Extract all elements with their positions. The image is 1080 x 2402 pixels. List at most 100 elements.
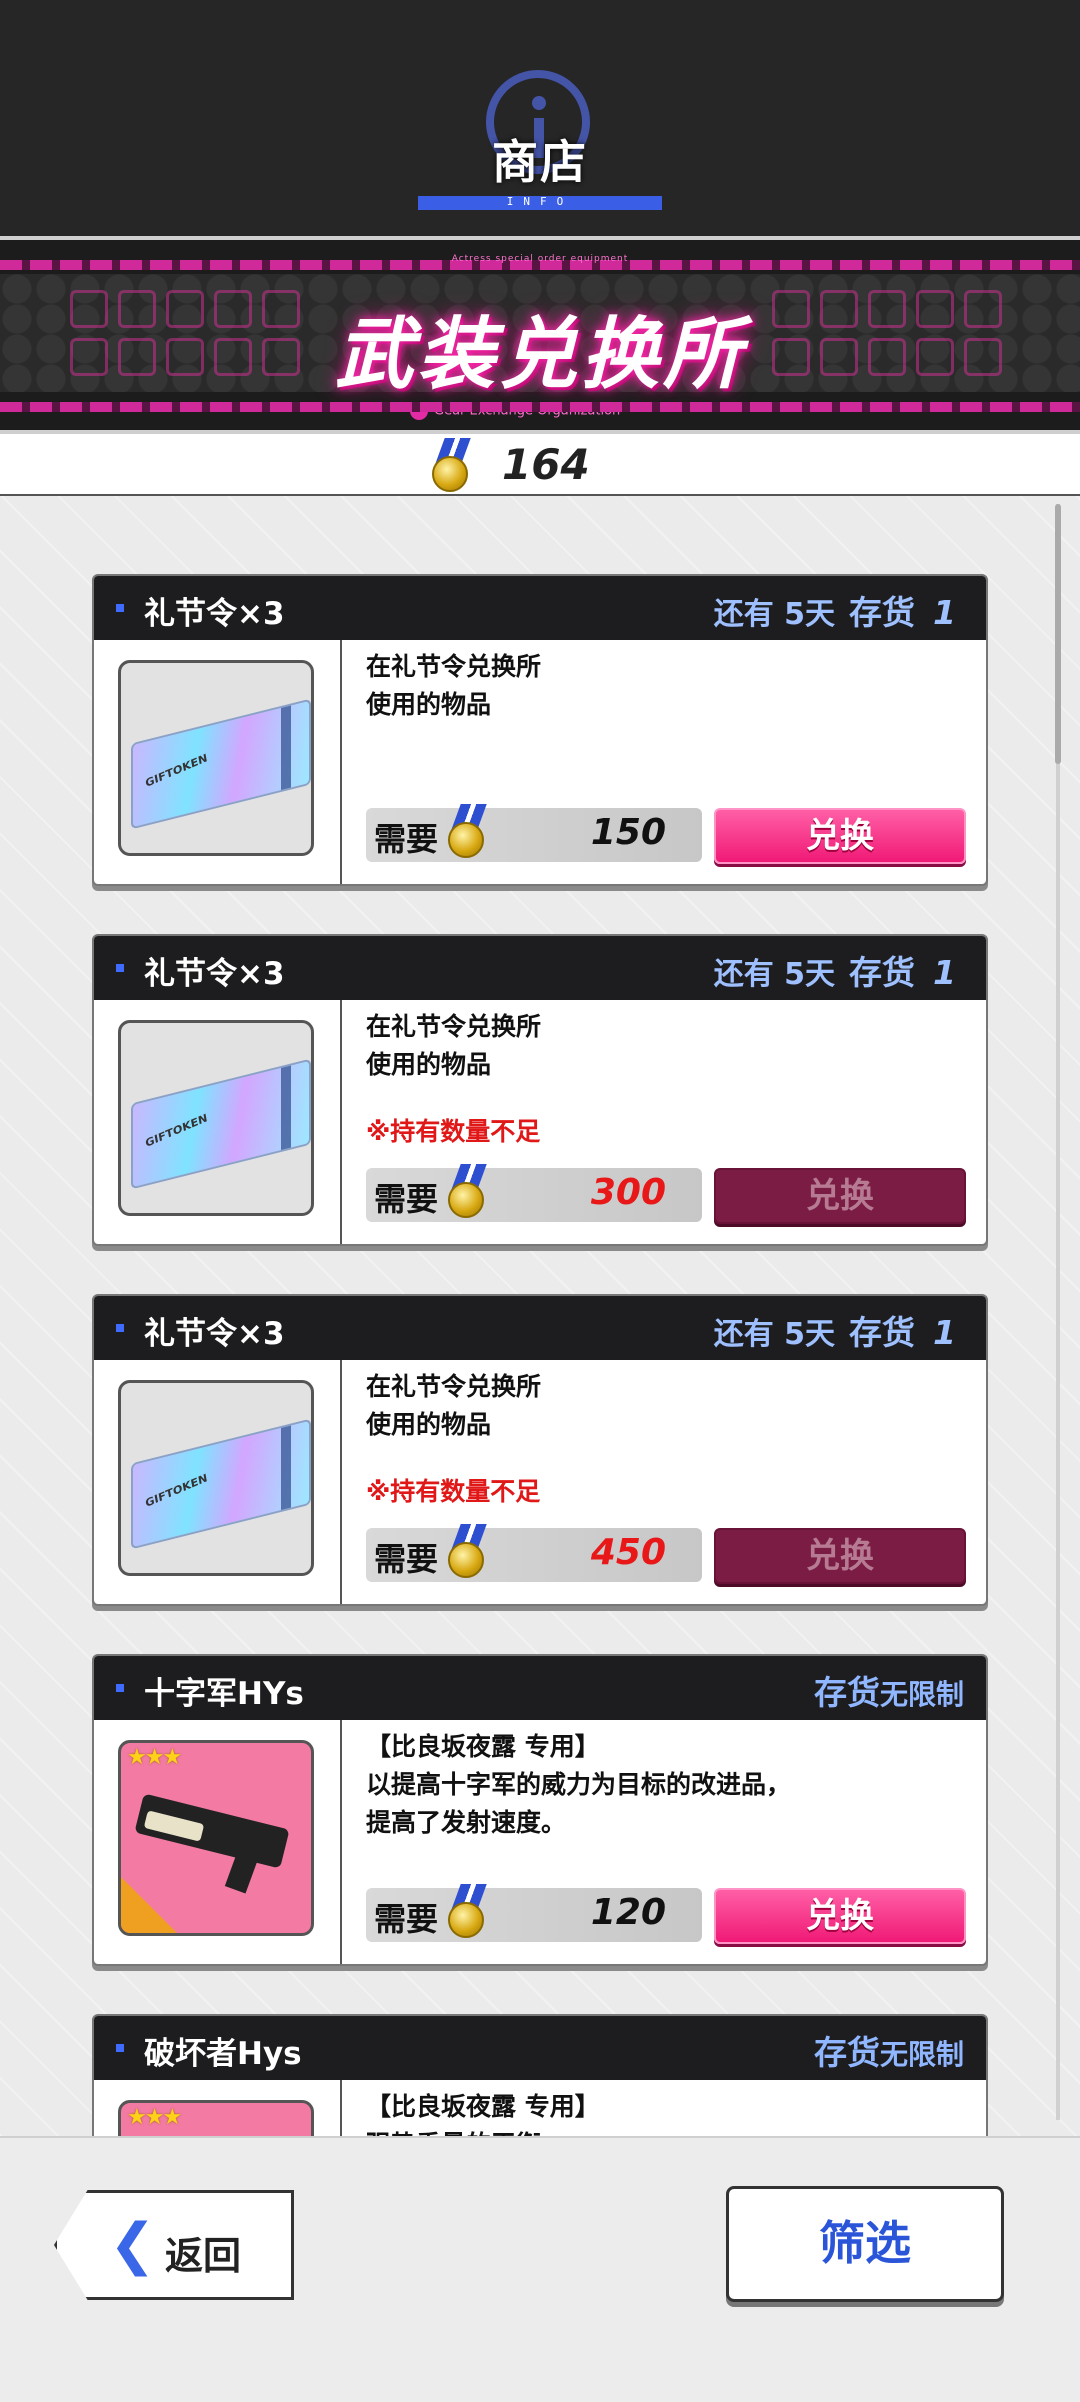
stock-label: 存货 [813, 1673, 880, 1712]
price-label: 需要 [374, 820, 439, 858]
card-header: 礼节令×3 还有 5天 存货 1 [94, 936, 986, 1000]
currency-value: 164 [502, 440, 590, 489]
stock-info: 还有 5天 存货 1 [714, 586, 964, 634]
exchange-button[interactable]: 兑换 [714, 808, 966, 864]
medal-icon [446, 1524, 490, 1578]
item-description: 【比良坂夜露 专用】 强势重量的平衡 [366, 2088, 966, 2136]
remaining-days: 还有 5天 [713, 957, 836, 992]
description-line: 提高了发射速度。 [366, 1808, 567, 1837]
price-value: 150 [590, 812, 666, 853]
stock-label: 存货 [849, 953, 916, 992]
item-thumbnail[interactable]: GIFTOKEN [118, 1380, 314, 1576]
shop-item-card: 礼节令×3 还有 5天 存货 1 GIFTOKEN 在礼节令兑换所 使用的物品 ※持… [92, 934, 988, 1246]
scrollbar-thumb[interactable] [1055, 504, 1061, 764]
card-header: 破坏者Hys 存货无限制 [94, 2016, 986, 2080]
stock-label: 存货 [849, 1313, 916, 1352]
divider [340, 2080, 342, 2136]
bullet-icon [116, 2044, 124, 2052]
price-box: 需要 450 [366, 1524, 702, 1582]
price-value: 450 [590, 1532, 666, 1573]
banner-subtitle: Actress special order equipment [451, 254, 629, 264]
item-description: 【比良坂夜露 专用】 以提高十字军的威力为目标的改进品， 提高了发射速度。 [366, 1728, 966, 1842]
shop-item-card: 破坏者Hys 存货无限制 ★★★ 【比良坂夜露 专用】 强势重量的平衡 [92, 2014, 988, 2136]
rarity-stars: ★★★ [127, 2105, 182, 2130]
rarity-stars: ★★★ [127, 1745, 182, 1770]
description-line: 使用的物品 [366, 1410, 492, 1439]
info-bar: INFO [418, 195, 662, 210]
banner-title: 武装兑换所 [334, 310, 745, 400]
description-line: 在礼节令兑换所 [366, 652, 542, 681]
price-label: 需要 [374, 1180, 439, 1218]
gift-token-icon: GIFTOKEN [131, 698, 311, 830]
back-button[interactable]: ❮ 返回 [54, 2190, 294, 2300]
item-name: 破坏者Hys [144, 2036, 302, 2072]
remaining-days: 还有 5天 [713, 1317, 836, 1352]
stock-unlimited: 无限制 [879, 2038, 964, 2071]
card-header: 礼节令×3 还有 5天 存货 1 [94, 1296, 986, 1360]
item-description: 在礼节令兑换所 使用的物品 [366, 1008, 966, 1084]
filter-button[interactable]: 筛选 [726, 2186, 1004, 2302]
item-name: 礼节令×3 [144, 956, 285, 992]
item-description: 在礼节令兑换所 使用的物品 [366, 1368, 966, 1444]
price-box: 需要 300 [366, 1164, 702, 1222]
token-label: GIFTOKEN [144, 751, 209, 790]
item-description: 在礼节令兑换所 使用的物品 [366, 648, 966, 724]
divider [340, 1000, 342, 1244]
description-line: 【比良坂夜露 专用】 [366, 1732, 600, 1761]
divider [340, 1360, 342, 1604]
item-list[interactable]: 礼节令×3 还有 5天 存货 1 GIFTOKEN 在礼节令兑换所 使用的物品 需要… [0, 496, 1080, 2136]
info-label: INFO [506, 195, 574, 208]
back-label: 返回 [165, 2234, 242, 2278]
shop-banner: Actress special order equipment 武装兑换所 Ge… [0, 236, 1080, 434]
item-thumbnail[interactable]: ★★★ [118, 2100, 314, 2136]
exchange-button[interactable]: 兑换 [714, 1528, 966, 1584]
price-box: 需要 120 [366, 1884, 702, 1942]
chevron-left-icon: ❮ [109, 2212, 156, 2277]
description-line: 在礼节令兑换所 [366, 1012, 542, 1041]
stock-info: 还有 5天 存货 1 [714, 946, 964, 994]
stock-info: 存货无限制 [814, 2026, 964, 2074]
exchange-button[interactable]: 兑换 [714, 1888, 966, 1944]
gift-token-icon: GIFTOKEN [131, 1418, 311, 1550]
item-thumbnail[interactable]: ★★★ [118, 1740, 314, 1936]
item-name: 礼节令×3 [144, 1316, 285, 1352]
insufficient-warning: ※持有数量不足 [366, 1117, 541, 1146]
medal-icon [446, 1884, 490, 1938]
page-title: 商店 [492, 135, 588, 189]
remaining-days: 还有 5天 [713, 597, 836, 632]
stock-info: 还有 5天 存货 1 [714, 1306, 964, 1354]
token-label: GIFTOKEN [144, 1111, 209, 1150]
bullet-icon [116, 964, 124, 972]
stock-value: 1 [933, 1313, 956, 1352]
bullet-icon [116, 604, 124, 612]
exchange-button[interactable]: 兑换 [714, 1168, 966, 1224]
price-value: 120 [590, 1892, 666, 1933]
stock-unlimited: 无限制 [879, 1678, 964, 1711]
stock-value: 1 [933, 593, 956, 632]
price-label: 需要 [374, 1900, 439, 1938]
price-label: 需要 [374, 1540, 439, 1578]
insufficient-warning: ※持有数量不足 [366, 1477, 541, 1506]
item-thumbnail[interactable]: GIFTOKEN [118, 660, 314, 856]
description-line: 【比良坂夜露 专用】 [366, 2092, 600, 2121]
shop-item-card: 礼节令×3 还有 5天 存货 1 GIFTOKEN 在礼节令兑换所 使用的物品 ※持… [92, 1294, 988, 1606]
description-line: 使用的物品 [366, 1050, 492, 1079]
bottom-bar: ❮ 返回 筛选 [0, 2136, 1080, 2402]
medal-icon [446, 1164, 490, 1218]
medal-icon [446, 804, 490, 858]
description-line: 使用的物品 [366, 690, 492, 719]
divider [340, 640, 342, 884]
divider [340, 1720, 342, 1964]
card-header: 十字军HYs 存货无限制 [94, 1656, 986, 1720]
item-thumbnail[interactable]: GIFTOKEN [118, 1020, 314, 1216]
medal-icon [430, 438, 474, 492]
price-box: 需要 150 [366, 804, 702, 862]
stock-label: 存货 [813, 2033, 880, 2072]
stock-label: 存货 [849, 593, 916, 632]
item-name: 礼节令×3 [144, 596, 285, 632]
item-name: 十字军HYs [144, 1676, 304, 1712]
token-label: GIFTOKEN [144, 1471, 209, 1510]
shop-item-card: 礼节令×3 还有 5天 存货 1 GIFTOKEN 在礼节令兑换所 使用的物品 需要… [92, 574, 988, 886]
bullet-icon [116, 1684, 124, 1692]
description-line: 在礼节令兑换所 [366, 1372, 542, 1401]
